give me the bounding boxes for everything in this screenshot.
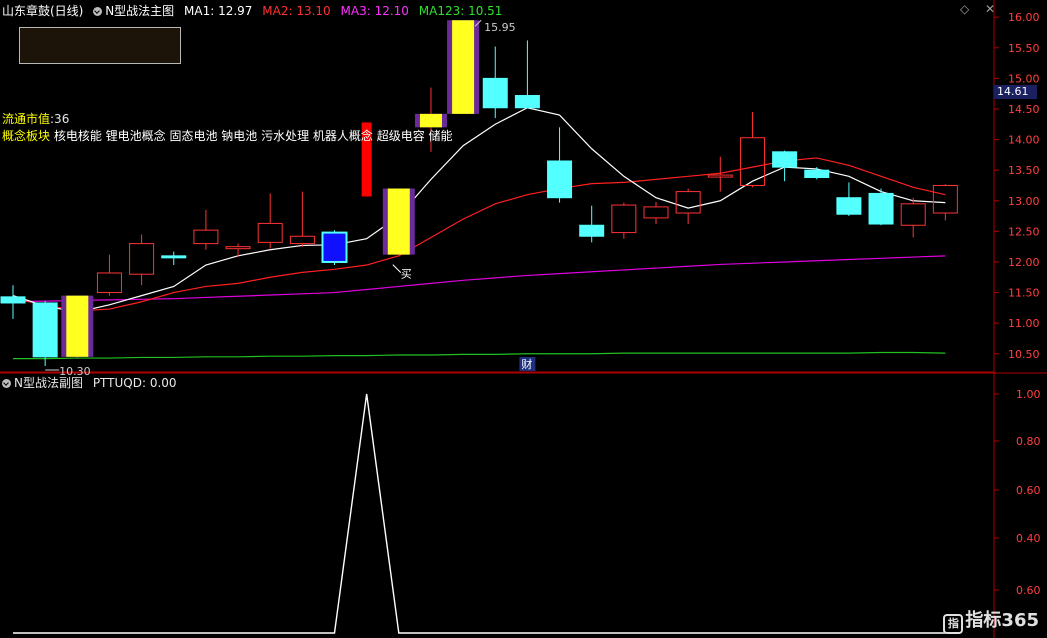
candle-body	[675, 191, 701, 214]
candle-body	[257, 222, 283, 243]
signal-candle-body	[419, 113, 442, 128]
event-marker-label: 财	[521, 357, 532, 371]
candle-body	[579, 224, 605, 237]
candle-body	[900, 203, 926, 226]
indicator-axis: 1.00 0.80 0.60 0.40 0.60	[994, 388, 1041, 597]
buy-label: 买	[401, 268, 412, 281]
pttuqd-line	[13, 393, 946, 634]
candle-body	[836, 197, 862, 215]
candle-body	[32, 302, 58, 358]
concept-list: 核电核能 锂电池概念 固态电池 钠电池 污水处理 机器人概念 超级电容 储能	[53, 129, 453, 143]
ma2-value: MA2: 13.10	[262, 4, 331, 18]
candle-body	[643, 206, 669, 219]
candle-body	[707, 174, 733, 178]
price-tick-label: 15.00	[1008, 72, 1040, 85]
chart-canvas[interactable]: 16.00 15.50 15.00 14.50 14.00 13.50 13.00 12.50…	[0, 0, 1047, 638]
candle-body	[739, 137, 765, 186]
buy-arrow	[392, 264, 402, 273]
candle-body	[193, 229, 219, 245]
sub-indicator-name[interactable]: N型战法副图	[14, 376, 83, 390]
signal-candle-body	[452, 20, 475, 114]
price-tick-label: 11.00	[1008, 317, 1040, 330]
signal-candle-body	[66, 295, 89, 357]
brand-logo: 指指标365	[943, 606, 1039, 634]
candle-body	[932, 184, 958, 214]
price-tick-label: 16.00	[1008, 11, 1040, 24]
settings-circle-icon[interactable]	[2, 379, 11, 388]
sub-indicator-plot	[13, 393, 946, 634]
candle-body	[0, 296, 26, 304]
candle-body	[129, 243, 155, 275]
candlesticks	[0, 20, 958, 366]
price-tick-label: 13.50	[1008, 164, 1040, 177]
candle-body	[804, 169, 830, 179]
ma3-value: MA3: 12.10	[340, 4, 409, 18]
candle-body	[547, 160, 573, 199]
concept-label: 概念板块	[2, 129, 51, 143]
signal-candle-body	[387, 188, 410, 255]
current-price-tag: 14.61	[994, 85, 1037, 99]
moving-averages	[12, 107, 946, 360]
price-tick-label: 12.50	[1008, 225, 1040, 238]
sub-header: N型战法副图 PTTUQD: 0.00	[2, 374, 177, 391]
price-tick-label: 10.50	[1008, 348, 1040, 361]
main-indicator-name[interactable]: N型战法主图	[105, 4, 174, 18]
indicator-tick-label: 0.60	[1016, 584, 1041, 597]
candle-body	[289, 235, 315, 245]
price-tick-label: 13.00	[1008, 195, 1040, 208]
candle-body	[322, 232, 347, 263]
window-controls[interactable]: ◇ ✕	[960, 2, 1001, 16]
ma123-value: MA123: 10.51	[418, 4, 503, 18]
concept-sector: 概念板块 核电核能 锂电池概念 固态电池 钠电池 污水处理 机器人概念 超级电容…	[2, 127, 453, 144]
chart-window: 16.00 15.50 15.00 14.50 14.00 13.50 13.00 12.50…	[0, 0, 1047, 638]
ma2-line	[12, 157, 946, 312]
candle-body	[482, 77, 508, 109]
candle-body	[225, 246, 251, 250]
candle-body	[772, 151, 798, 168]
logo-icon: 指	[943, 614, 964, 634]
indicator-tick-label: 0.80	[1016, 435, 1041, 448]
price-axis: 16.00 15.50 15.00 14.50 14.00 13.50 13.00 12.50…	[994, 11, 1040, 361]
high-price-label: 15.95	[484, 21, 515, 34]
stock-name[interactable]: 山东章鼓(日线)	[2, 4, 83, 18]
candle-body	[161, 255, 187, 259]
ma1-value: MA1: 12.97	[184, 4, 253, 18]
price-tick-label: 12.00	[1008, 256, 1040, 269]
info-panel-box	[19, 27, 181, 64]
ma123-line	[13, 351, 946, 360]
logo-text: 指标365	[965, 610, 1039, 631]
float-value-number: :36	[50, 112, 70, 126]
float-market-value: 流通市值:36	[2, 110, 69, 127]
price-tick-label: 11.50	[1008, 287, 1040, 300]
main-header: 山东章鼓(日线) N型战法主图 MA1: 12.97 MA2: 13.10 MA…	[2, 2, 508, 19]
ma3-line	[12, 255, 946, 303]
indicator-tick-label: 1.00	[1016, 388, 1041, 401]
candle-body	[611, 204, 637, 234]
price-tick-label: 14.00	[1008, 134, 1040, 147]
sub-indicator-value: PTTUQD: 0.00	[92, 376, 177, 390]
settings-circle-icon[interactable]	[93, 7, 103, 16]
indicator-tick-label: 0.40	[1016, 532, 1041, 545]
candle-body	[514, 95, 540, 109]
float-value-label: 流通市值	[2, 112, 51, 126]
candle-body	[96, 272, 122, 294]
price-tick-label: 14.50	[1008, 103, 1040, 116]
candle-body	[868, 192, 894, 225]
price-tick-label: 15.50	[1008, 42, 1040, 55]
indicator-tick-label: 0.60	[1016, 484, 1041, 497]
